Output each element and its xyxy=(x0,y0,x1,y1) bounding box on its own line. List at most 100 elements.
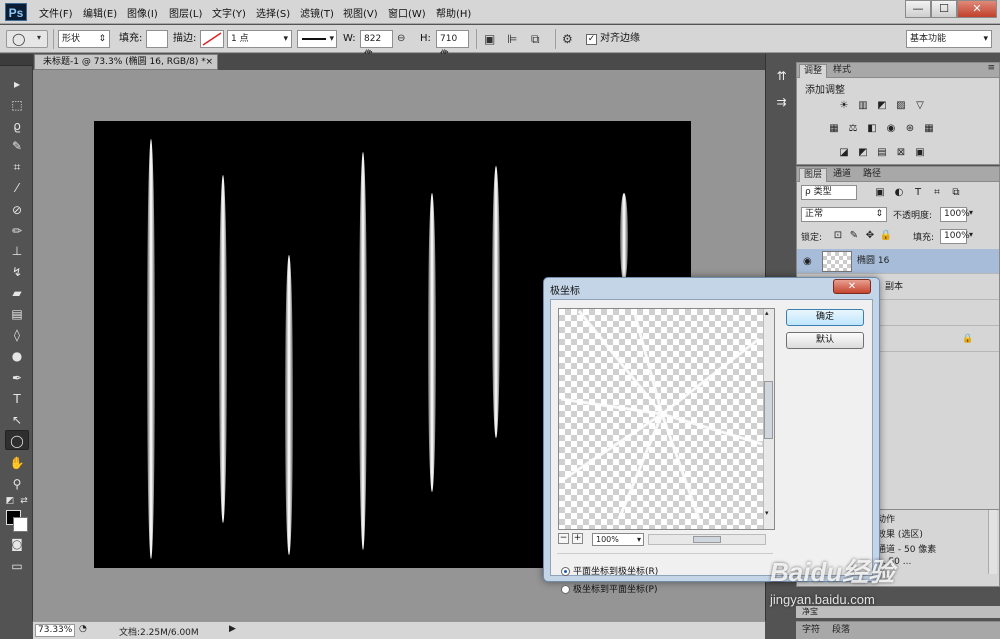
screen-mode-icon[interactable]: ▭ xyxy=(5,556,29,576)
align-edges-checkbox[interactable]: ✓ xyxy=(586,34,597,45)
menu-select[interactable]: 选择(S) xyxy=(256,5,290,20)
maximize-button[interactable]: ☐ xyxy=(931,0,957,18)
history-item[interactable]: 效果 (选区) xyxy=(877,527,923,540)
lock-position-icon[interactable]: ✥ xyxy=(863,230,877,242)
quick-selection-tool-icon[interactable]: ✎ xyxy=(5,136,29,156)
color-balance-icon[interactable]: ⚖ xyxy=(846,123,860,135)
layer-row[interactable]: ◉ 椭圆 16 xyxy=(797,249,999,274)
menu-image[interactable]: 图像(I) xyxy=(127,5,158,20)
stroke-type-select[interactable]: ▾ xyxy=(297,30,337,48)
tab-layers[interactable]: 图层 xyxy=(799,168,828,182)
menu-type[interactable]: 文字(Y) xyxy=(212,5,246,20)
swap-colors-icon[interactable]: ⇄ xyxy=(17,491,31,511)
history-brush-tool-icon[interactable]: ↯ xyxy=(5,262,29,282)
menu-edit[interactable]: 编辑(E) xyxy=(83,5,117,20)
brightness-contrast-icon[interactable]: ☀ xyxy=(837,100,851,112)
type-tool-icon[interactable]: T xyxy=(5,389,29,409)
width-field[interactable]: 822 像 xyxy=(360,30,393,60)
gradient-tool-icon[interactable]: ▤ xyxy=(5,304,29,324)
close-tab-icon[interactable]: × xyxy=(205,55,213,69)
type-filter-icon[interactable]: T xyxy=(911,187,925,199)
link-icon[interactable]: ⊖ xyxy=(397,30,405,48)
properties-panel-icon[interactable]: ⇉ xyxy=(770,92,793,112)
height-field[interactable]: 710 像 xyxy=(436,30,469,60)
chevron-down-icon[interactable]: ▾ xyxy=(969,208,973,217)
healing-brush-tool-icon[interactable]: ⊘ xyxy=(5,200,29,220)
lock-transparency-icon[interactable]: ⊡ xyxy=(831,230,845,242)
chevron-down-icon[interactable]: ▾ xyxy=(969,230,973,239)
gradient-map-icon[interactable]: ⊠ xyxy=(894,147,908,159)
fill-field[interactable]: 100% xyxy=(940,229,970,244)
ok-button[interactable]: 确定 xyxy=(786,309,864,326)
eye-icon[interactable]: ◉ xyxy=(803,249,812,274)
toolbox-grip[interactable] xyxy=(0,54,33,66)
tab-styles[interactable]: 样式 xyxy=(829,64,855,78)
default-colors-icon[interactable]: ◩ xyxy=(3,491,17,511)
hand-tool-icon[interactable]: ✋ xyxy=(5,453,29,473)
channel-mixer-icon[interactable]: ⊛ xyxy=(903,123,917,135)
fill-swatch[interactable] xyxy=(146,30,168,48)
history-panel-icon[interactable]: ⇈ xyxy=(770,66,793,86)
brush-tool-icon[interactable]: ✏ xyxy=(5,221,29,241)
hue-saturation-icon[interactable]: ▦ xyxy=(827,123,841,135)
blur-tool-icon[interactable]: ◊ xyxy=(5,325,29,345)
path-arrangement-icon[interactable]: ⧉ xyxy=(531,30,540,48)
exposure-icon[interactable]: ▨ xyxy=(894,100,908,112)
marquee-tool-icon[interactable]: ⬚ xyxy=(5,95,29,115)
move-tool-icon[interactable]: ▸ xyxy=(5,74,29,94)
quick-mask-icon[interactable]: ◙ xyxy=(5,534,29,554)
preview-zoom-select[interactable]: 100% ▾ xyxy=(592,533,644,546)
invert-icon[interactable]: ◪ xyxy=(837,147,851,159)
opacity-field[interactable]: 100% xyxy=(940,207,970,222)
tool-mode-select[interactable]: 形状 ⇕ xyxy=(58,30,110,48)
filter-preview[interactable]: ▴ ▾ xyxy=(558,308,775,530)
history-scrollbar[interactable] xyxy=(988,510,997,574)
path-alignment-icon[interactable]: ⊫ xyxy=(507,30,517,48)
smart-object-filter-icon[interactable]: ⧉ xyxy=(949,187,963,199)
zoom-in-button[interactable]: + xyxy=(572,533,583,544)
close-window-button[interactable]: ✕ xyxy=(957,0,997,18)
tab-paths[interactable]: 路径 xyxy=(859,168,885,182)
default-button[interactable]: 默认 xyxy=(786,332,864,349)
status-menu-arrow-icon[interactable]: ▶ xyxy=(229,624,236,634)
zoom-level-field[interactable]: 73.33% xyxy=(35,624,75,637)
menu-file[interactable]: 文件(F) xyxy=(39,5,73,20)
document-tab[interactable]: 未标题-1 @ 73.3% (椭圆 16, RGB/8) * × xyxy=(34,54,218,70)
photo-filter-icon[interactable]: ◉ xyxy=(884,123,898,135)
posterize-icon[interactable]: ◩ xyxy=(856,147,870,159)
curves-icon[interactable]: ◩ xyxy=(875,100,889,112)
tab-adjustments[interactable]: 调整 xyxy=(799,64,828,78)
background-color-swatch[interactable] xyxy=(13,517,28,532)
levels-icon[interactable]: ▥ xyxy=(856,100,870,112)
adjustment-filter-icon[interactable]: ◐ xyxy=(892,187,906,199)
threshold-icon[interactable]: ▤ xyxy=(875,147,889,159)
pixel-filter-icon[interactable]: ▣ xyxy=(873,187,887,199)
eraser-tool-icon[interactable]: ▰ xyxy=(5,283,29,303)
tool-preset-picker[interactable]: ◯ ▾ xyxy=(6,30,48,48)
clone-stamp-tool-icon[interactable]: ⊥ xyxy=(5,241,29,261)
menu-help[interactable]: 帮助(H) xyxy=(436,5,471,20)
scroll-up-icon[interactable]: ▴ xyxy=(765,309,769,317)
scrollbar-thumb[interactable] xyxy=(764,381,773,439)
vibrance-icon[interactable]: ▽ xyxy=(913,100,927,112)
path-operations-icon[interactable]: ▣ xyxy=(484,30,495,48)
panel-menu-icon[interactable]: ≡ xyxy=(987,63,995,73)
blend-mode-select[interactable]: 正常 ⇕ xyxy=(801,207,887,222)
color-lookup-icon[interactable]: ▦ xyxy=(922,123,936,135)
layer-kind-filter[interactable]: ρ 类型 xyxy=(801,185,857,200)
scrollbar-thumb[interactable] xyxy=(693,536,721,543)
eyedropper-tool-icon[interactable]: ⁄ xyxy=(5,178,29,198)
ellipse-tool-icon[interactable]: ◯ xyxy=(5,430,29,450)
minimize-button[interactable]: — xyxy=(905,0,931,18)
status-icon[interactable]: ◔ xyxy=(79,624,87,634)
dialog-close-button[interactable]: ✕ xyxy=(833,279,871,294)
stroke-width-field[interactable]: 1 点 ▾ xyxy=(227,30,292,48)
selective-color-icon[interactable]: ▣ xyxy=(913,147,927,159)
lock-icon[interactable]: 🔒 xyxy=(879,230,893,242)
pen-tool-icon[interactable]: ✒ xyxy=(5,368,29,388)
menu-filter[interactable]: 滤镜(T) xyxy=(300,5,334,20)
black-white-icon[interactable]: ◧ xyxy=(865,123,879,135)
crop-tool-icon[interactable]: ⌗ xyxy=(5,157,29,177)
menu-layer[interactable]: 图层(L) xyxy=(169,5,202,20)
gear-icon[interactable]: ⚙ xyxy=(562,30,573,48)
